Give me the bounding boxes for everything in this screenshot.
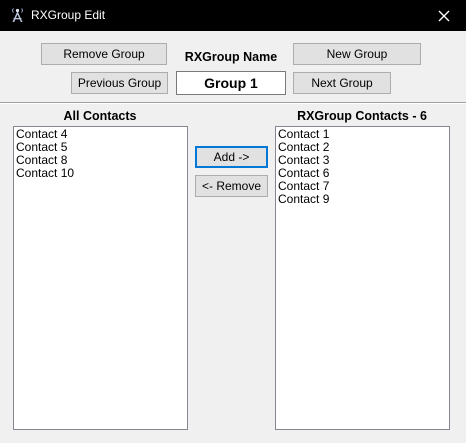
radio-tower-icon bbox=[9, 7, 26, 24]
list-item[interactable]: Contact 10 bbox=[16, 167, 185, 180]
list-item[interactable]: Contact 9 bbox=[278, 193, 447, 206]
add-contact-button[interactable]: Add -> bbox=[195, 146, 268, 168]
all-contacts-header: All Contacts bbox=[63, 109, 137, 123]
new-group-button[interactable]: New Group bbox=[293, 43, 421, 65]
next-group-button[interactable]: Next Group bbox=[293, 72, 391, 94]
rxgroup-edit-window: RXGroup Edit Remove Group RXGroup Name N… bbox=[0, 0, 466, 443]
dialog-body: Remove Group RXGroup Name New Group Prev… bbox=[0, 31, 466, 443]
rxgroup-name-label: RXGroup Name bbox=[184, 50, 278, 64]
remove-group-button[interactable]: Remove Group bbox=[41, 43, 167, 65]
window-title: RXGroup Edit bbox=[31, 8, 106, 22]
close-icon[interactable] bbox=[434, 6, 454, 26]
all-contacts-list[interactable]: Contact 4 Contact 5 Contact 8 Contact 10 bbox=[13, 126, 188, 430]
previous-group-button[interactable]: Previous Group bbox=[71, 72, 168, 94]
section-divider bbox=[0, 102, 466, 104]
rxgroup-contacts-list[interactable]: Contact 1 Contact 2 Contact 3 Contact 6 … bbox=[275, 126, 450, 430]
group-name-field[interactable] bbox=[176, 71, 286, 95]
remove-contact-button[interactable]: <- Remove bbox=[195, 175, 268, 197]
rxgroup-contacts-header: RXGroup Contacts - 6 bbox=[297, 109, 427, 123]
title-bar[interactable]: RXGroup Edit bbox=[0, 0, 466, 31]
